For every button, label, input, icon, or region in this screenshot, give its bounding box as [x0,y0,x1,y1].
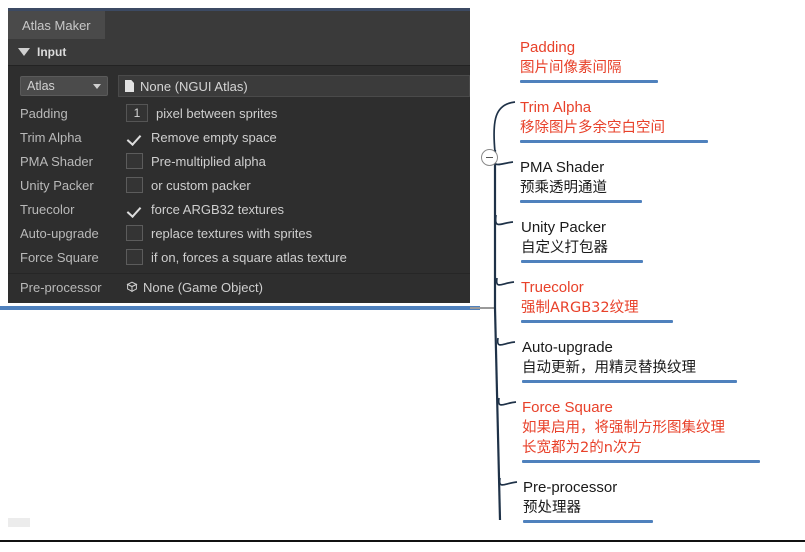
row-unity-packer-text: or custom packer [151,177,251,193]
annotation-pre-processor-line-1: 预处理器 [523,500,581,516]
annotation-unity-packer-line-1: 自定义打包器 [521,240,608,256]
padding-input[interactable]: 1 [126,104,148,122]
annotation-pma-shader: PMA Shader 预乘透明通道 [520,158,642,203]
section-header-input-label: Input [37,45,67,59]
annotation-trim-alpha-title: Trim Alpha [520,99,592,116]
annotation-auto-upgrade-underline [522,380,737,383]
document-icon [125,80,134,92]
row-atlas: Atlas None (NGUI Atlas) [8,71,470,101]
trim-alpha-checkbox[interactable] [126,129,143,145]
row-truecolor: Truecolor force ARGB32 textures [8,197,470,221]
annotation-pre-processor-title: Pre-processor [523,479,618,496]
panel-to-trunk-connector [470,307,496,309]
row-padding-label: Padding [20,105,68,121]
row-trim-alpha-text: Remove empty space [151,129,277,145]
annotation-auto-upgrade: Auto-upgrade 自动更新，用精灵替换纹理 [522,338,737,383]
row-truecolor-text: force ARGB32 textures [151,201,284,217]
gameobject-cube-icon [126,281,138,293]
row-padding-text: pixel between sprites [156,105,278,121]
annotation-trim-alpha: Trim Alpha 移除图片多余空白空间 [520,98,708,143]
row-trim-alpha: Trim Alpha Remove empty space [8,125,470,149]
pre-processor-object-value: None (Game Object) [143,279,263,295]
atlas-type-dropdown[interactable]: Atlas [20,76,108,96]
row-force-square-text: if on, forces a square atlas texture [151,249,347,265]
annotation-padding-title: Padding [520,39,576,56]
atlas-type-dropdown-label: Atlas [27,79,55,93]
pma-shader-checkbox[interactable] [126,153,143,169]
chevron-down-icon [93,83,101,89]
annotation-force-square-underline [522,460,760,463]
panel-underline [0,306,480,310]
row-truecolor-label: Truecolor [20,201,75,217]
row-auto-upgrade-label: Auto-upgrade [20,225,99,241]
row-force-square: Force Square if on, forces a square atla… [8,245,470,269]
atlas-object-value: None (NGUI Atlas) [140,78,248,94]
atlas-maker-panel: Atlas Maker Input Atlas None (NGUI Atlas… [8,8,470,303]
annotation-pre-processor: Pre-processor 预处理器 [523,478,653,523]
row-pre-processor: Pre-processor None (Game Object) [8,273,470,300]
annotation-force-square-title: Force Square [522,399,613,416]
auto-upgrade-checkbox[interactable] [126,225,143,241]
row-force-square-label: Force Square [20,249,99,265]
row-pma-shader-text: Pre-multiplied alpha [151,153,266,169]
annotation-force-square-line-1: 如果启用，将强制方形图集纹理 [522,420,725,436]
taskbar-artifact [8,518,30,527]
annotation-force-square: Force Square 如果启用，将强制方形图集纹理 长宽都为2的n次方 [522,398,760,463]
force-square-checkbox[interactable] [126,249,143,265]
annotation-pma-shader-line-1: 预乘透明通道 [520,180,607,196]
row-pre-processor-label: Pre-processor [20,279,102,295]
annotation-pma-shader-underline [520,200,642,203]
annotation-truecolor: Truecolor 强制ARGB32纹理 [521,278,673,323]
panel-body: Atlas None (NGUI Atlas) Padding 1 pixel … [8,66,470,300]
annotation-pre-processor-underline [523,520,653,523]
annotation-trim-alpha-line-1: 移除图片多余空白空间 [520,120,665,136]
annotation-truecolor-line-1: 强制ARGB32纹理 [521,300,639,316]
annotation-unity-packer-title: Unity Packer [521,219,607,236]
collapse-minus-icon[interactable] [481,149,498,166]
row-unity-packer: Unity Packer or custom packer [8,173,470,197]
triangle-down-icon [18,48,30,56]
unity-packer-checkbox[interactable] [126,177,143,193]
atlas-object-field[interactable]: None (NGUI Atlas) [118,75,470,97]
tab-atlas-maker[interactable]: Atlas Maker [8,11,105,39]
row-auto-upgrade-text: replace textures with sprites [151,225,313,241]
panel-tabbar: Atlas Maker [8,11,470,39]
annotation-auto-upgrade-line-1: 自动更新，用精灵替换纹理 [522,360,696,376]
annotation-pma-shader-title: PMA Shader [520,159,605,176]
annotation-unity-packer: Unity Packer 自定义打包器 [521,218,643,263]
annotation-truecolor-title: Truecolor [521,279,584,296]
annotation-trim-alpha-underline [520,140,708,143]
row-pma-shader: PMA Shader Pre-multiplied alpha [8,149,470,173]
annotation-unity-packer-underline [521,260,643,263]
row-padding: Padding 1 pixel between sprites [8,101,470,125]
annotation-truecolor-underline [521,320,673,323]
tab-atlas-maker-label: Atlas Maker [22,17,91,33]
truecolor-checkbox[interactable] [126,201,143,217]
row-unity-packer-label: Unity Packer [20,177,94,193]
annotation-padding-line-1: 图片间像素间隔 [520,60,622,76]
annotation-padding: Padding 图片间像素间隔 [520,38,658,83]
annotation-padding-underline [520,80,658,83]
row-auto-upgrade: Auto-upgrade replace textures with sprit… [8,221,470,245]
annotation-force-square-line-2: 长宽都为2的n次方 [522,440,642,456]
pre-processor-object-field[interactable]: None (Game Object) [126,280,263,295]
row-pma-shader-label: PMA Shader [20,153,93,169]
bottom-divider [0,540,805,542]
annotation-auto-upgrade-title: Auto-upgrade [522,339,613,356]
section-header-input[interactable]: Input [8,39,470,66]
row-trim-alpha-label: Trim Alpha [20,129,82,145]
